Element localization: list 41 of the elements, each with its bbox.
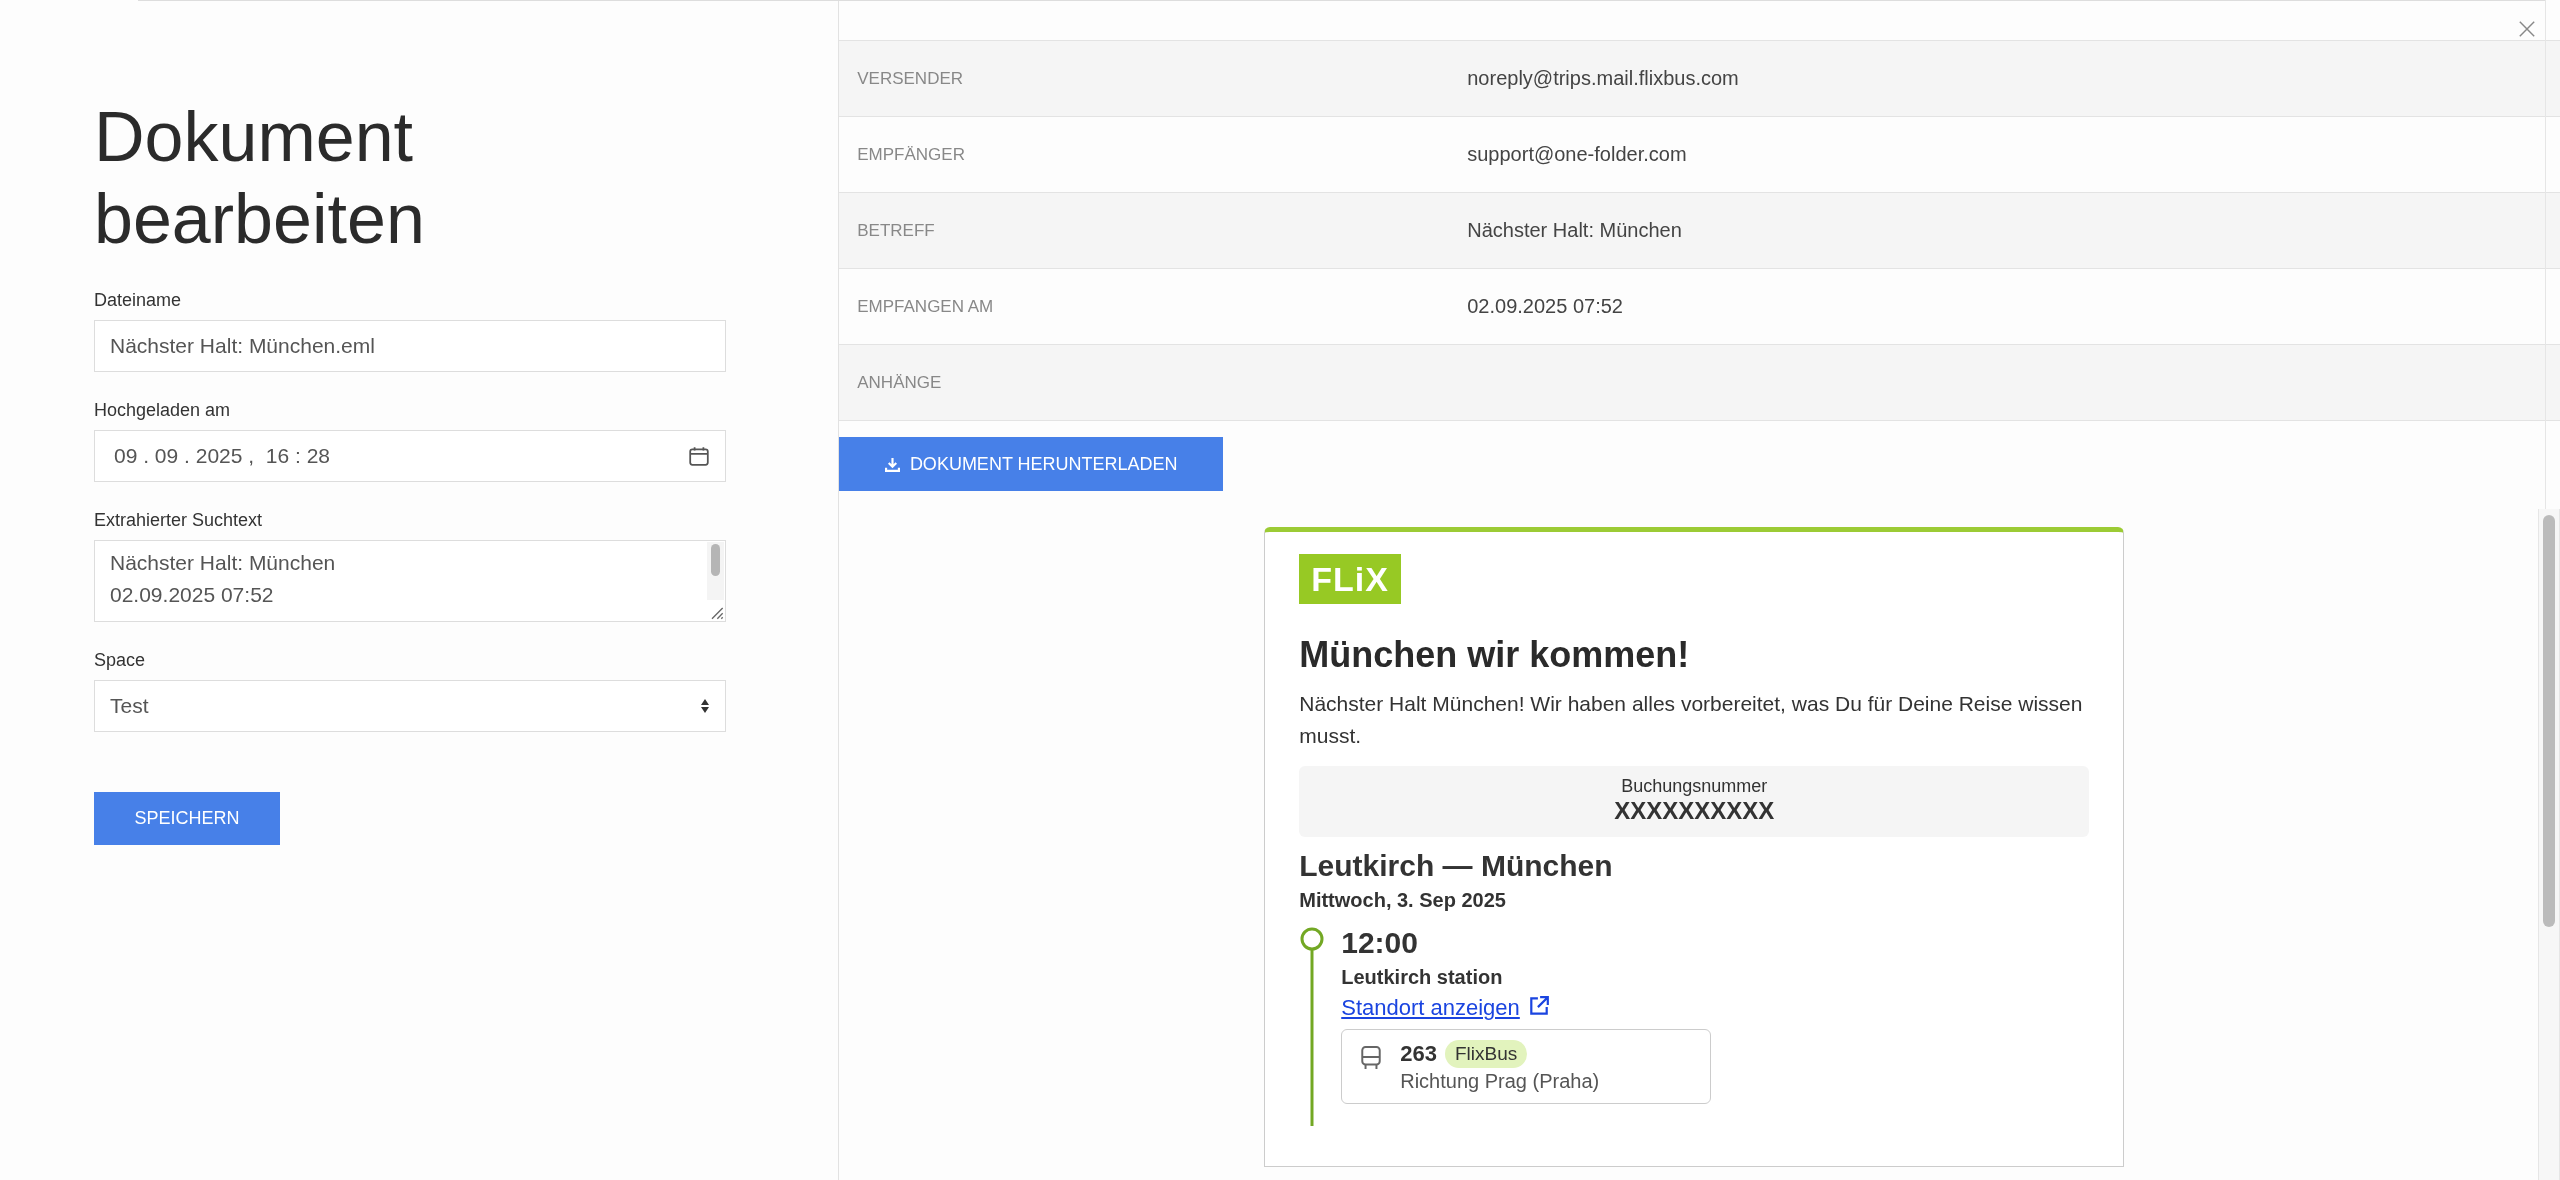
field-label: Space xyxy=(94,650,147,671)
field-value: Nächster Halt: München xyxy=(1467,219,1682,242)
text-area[interactable]: Nächster Halt: München 02.09.2025 07:52 xyxy=(94,540,727,622)
field-name: ANHÄNGE xyxy=(856,372,943,393)
date-field[interactable]: 09 . 09 . 2025 , 16 : 28 xyxy=(94,430,727,482)
scrollbar[interactable] xyxy=(707,542,725,600)
up-down-caret-icon xyxy=(700,698,711,714)
line-number: 263 xyxy=(1400,1041,1437,1067)
field-label: Hochgeladen am xyxy=(94,400,232,421)
scrollbar[interactable] xyxy=(2538,509,2560,1180)
select-field[interactable]: Test xyxy=(94,680,727,732)
logo: FLiX xyxy=(1299,554,1401,604)
location-link[interactable]: Standort anzeigen xyxy=(1341,995,1520,1021)
calendar-icon[interactable] xyxy=(688,445,711,467)
field-name: EMPFANGEN AM xyxy=(856,296,995,317)
direction-text: Richtung Prag (Praha) xyxy=(1400,1070,1600,1093)
external-link-icon[interactable] xyxy=(1527,995,1550,1017)
trip-date: Mittwoch, 3. Sep 2025 xyxy=(1299,889,1507,912)
station-name: Leutkirch station xyxy=(1341,966,1504,989)
bus-icon xyxy=(1360,1046,1383,1070)
field-value: noreply@trips.mail.flixbus.com xyxy=(1467,67,1739,90)
close-icon[interactable] xyxy=(2518,20,2536,38)
page-title: Dokument bearbeiten xyxy=(94,97,426,260)
field-value: 02.09.2025 07:52 xyxy=(1467,295,1623,318)
route-title: Leutkirch — München xyxy=(1299,849,1614,883)
email-intro: Nächster Halt München! Wir haben alles vorbereitet, was Du für Deine Reise wissen musst. xyxy=(1299,691,2084,749)
operator-tag: FlixBus xyxy=(1444,1040,1528,1068)
field-label: Dateiname xyxy=(94,290,183,311)
save-button[interactable]: SPEICHERN xyxy=(94,792,280,845)
field-name: BETREFF xyxy=(856,220,936,241)
stop-time: 12:00 xyxy=(1341,926,1419,960)
field-name: VERSENDER xyxy=(856,68,965,89)
download-icon xyxy=(884,456,900,472)
email-heading: München wir kommen! xyxy=(1299,634,1691,676)
booking-number: XXXXXXXXXX xyxy=(1613,797,1776,825)
download-button[interactable]: DOKUMENT HERUNTERLADEN xyxy=(839,437,1224,491)
text-field[interactable]: Nächster Halt: München.eml xyxy=(94,320,727,372)
field-label: Extrahierter Suchtext xyxy=(94,510,264,531)
field-name: EMPFÄNGER xyxy=(856,144,966,165)
booking-label: Buchungsnummer xyxy=(1620,776,1769,797)
field-value: support@one-folder.com xyxy=(1467,143,1687,166)
